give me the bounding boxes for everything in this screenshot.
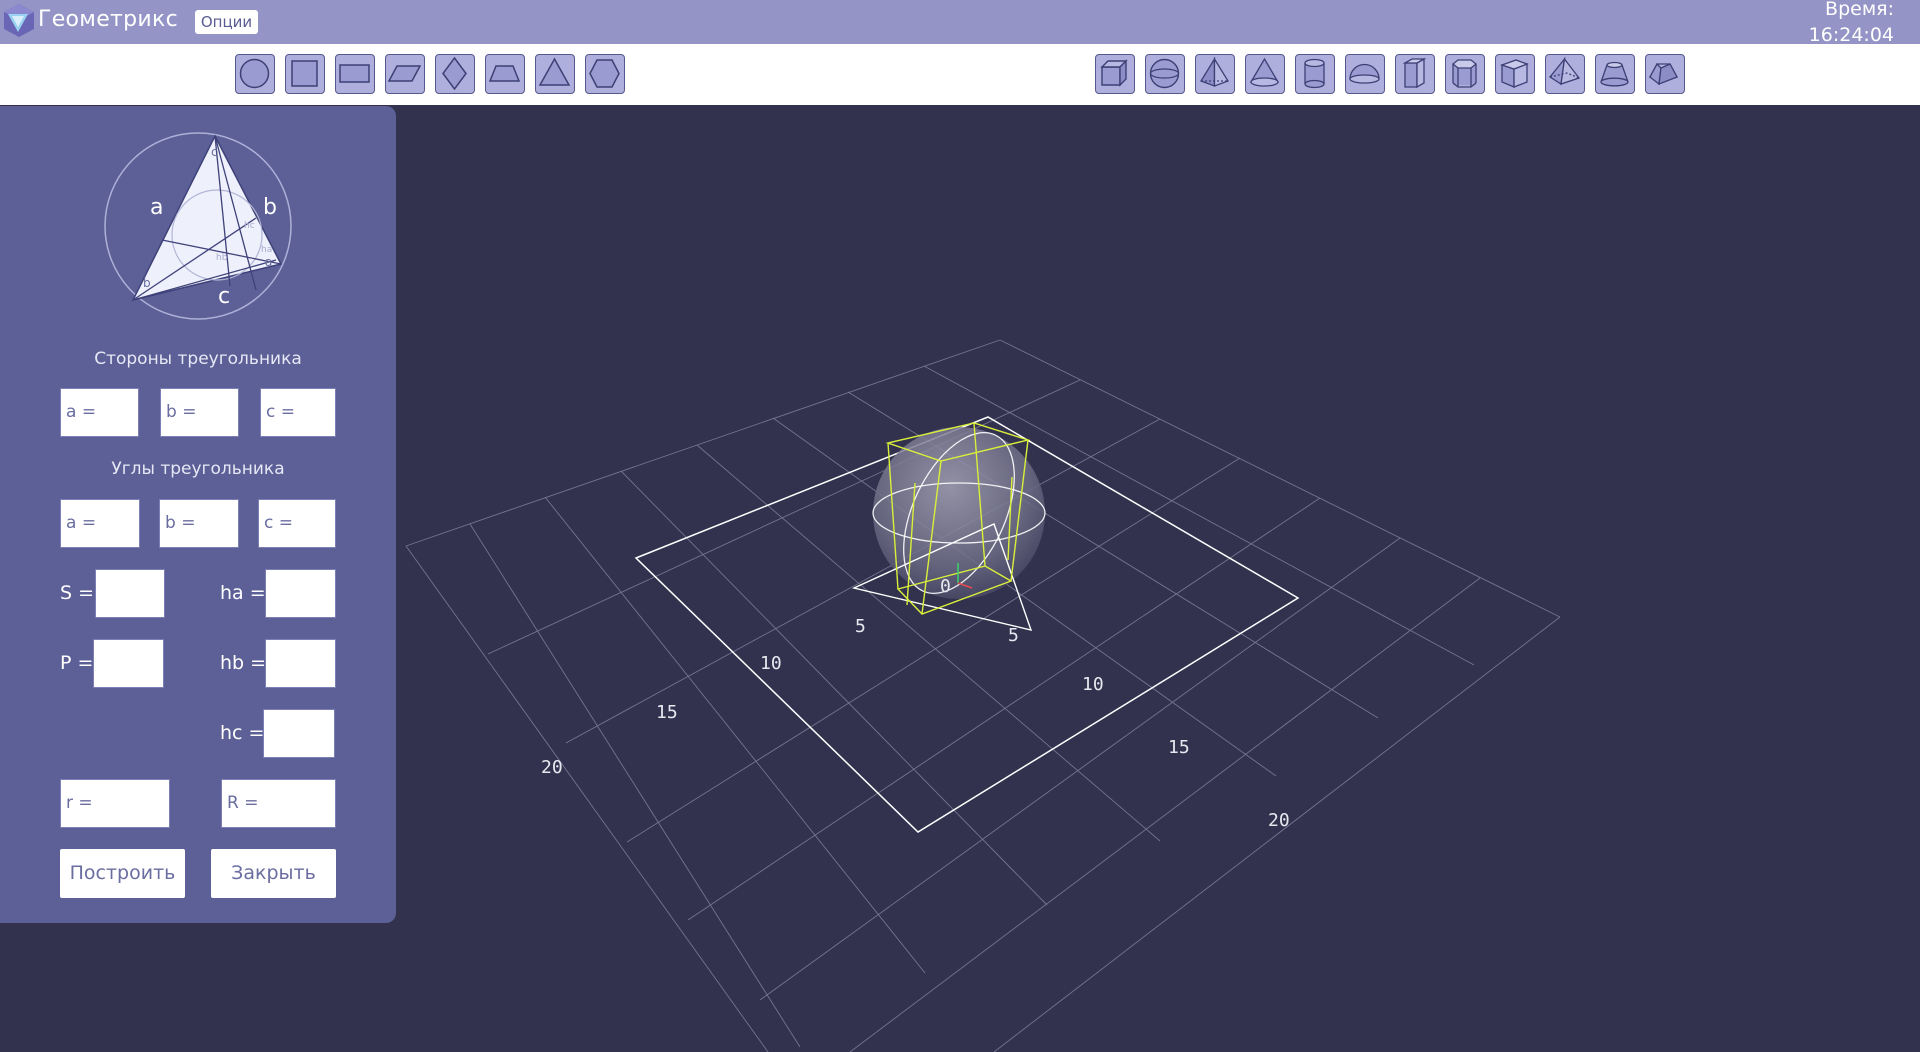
axis-x-label: 15 — [656, 702, 678, 723]
axis-z-label: 15 — [1168, 737, 1190, 758]
hexagon-tool-button[interactable] — [585, 54, 625, 94]
trapezoid-tool-button[interactable] — [485, 54, 525, 94]
pyramid-tool-button[interactable] — [1195, 54, 1235, 94]
side-b-input[interactable]: b = — [160, 388, 239, 437]
cone-icon — [1249, 57, 1280, 87]
triangle-panel: a b c c b a hc hb ha Стороны треугольник… — [0, 106, 396, 923]
cylinder-icon — [1304, 58, 1325, 89]
ha-label: ha = — [220, 582, 266, 604]
triangular-prism-icon — [1500, 59, 1529, 88]
shape-toolbar — [0, 44, 1920, 105]
frustum-icon — [1600, 61, 1629, 87]
angle-a-label: a — [265, 255, 272, 269]
angle-b-label: b — [143, 276, 151, 290]
logo-icon — [4, 4, 34, 37]
cube-tool-button[interactable] — [1095, 54, 1135, 94]
perimeter-input[interactable] — [93, 639, 164, 688]
angle-b-input[interactable]: b = — [159, 499, 239, 548]
cube-icon — [1100, 59, 1128, 87]
rhombus-tool-button[interactable] — [435, 54, 475, 94]
origin-label: 0 — [940, 576, 951, 597]
angle-c-label: c — [211, 145, 218, 159]
hb-input[interactable] — [265, 639, 336, 688]
prism-icon — [1402, 57, 1427, 89]
rhombus-icon — [442, 56, 467, 91]
square-tool-button[interactable] — [285, 54, 325, 94]
axis-z-label: 10 — [1082, 674, 1104, 695]
axis-z-label: 20 — [1268, 810, 1290, 831]
circumradius-input[interactable]: R = — [221, 779, 336, 828]
side-b-label: b — [263, 195, 277, 220]
height-b-label: hb — [216, 253, 228, 263]
rectangle-icon — [339, 64, 370, 83]
trapezoid-icon — [488, 65, 521, 82]
hexagonal-prism-tool-button[interactable] — [1445, 54, 1485, 94]
triangle-diagram: a b c c b a hc hb ha — [104, 132, 292, 320]
hb-label: hb = — [220, 652, 267, 674]
side-c-label: c — [218, 284, 230, 309]
hc-input[interactable] — [263, 709, 335, 758]
truncated-pyramid-icon — [1648, 62, 1679, 86]
perimeter-label: P = — [60, 652, 94, 674]
angle-a-input[interactable]: a = — [60, 499, 140, 548]
hexagon-icon — [589, 59, 620, 88]
hexagonal-prism-icon — [1451, 59, 1478, 88]
hemisphere-icon — [1349, 63, 1380, 84]
hemisphere-tool-button[interactable] — [1345, 54, 1385, 94]
clock-time: 16:24:04 — [1808, 24, 1894, 46]
sphere-icon — [1149, 58, 1180, 89]
circle-tool-button[interactable] — [235, 54, 275, 94]
prism-tool-button[interactable] — [1395, 54, 1435, 94]
close-button[interactable]: Закрыть — [211, 849, 336, 898]
app-title: Геометрикс — [38, 7, 179, 32]
angle-c-input[interactable]: c = — [258, 499, 336, 548]
cone-tool-button[interactable] — [1245, 54, 1285, 94]
sides-title: Стороны треугольника — [94, 349, 302, 369]
time-label: Время: — [1825, 0, 1894, 20]
options-button[interactable]: Опции — [195, 10, 258, 34]
axis-x-label: 5 — [855, 616, 866, 637]
build-button[interactable]: Построить — [60, 849, 185, 898]
frustum-tool-button[interactable] — [1595, 54, 1635, 94]
angles-title: Углы треугольника — [111, 459, 285, 479]
side-a-input[interactable]: a = — [60, 388, 139, 437]
triangular-prism-tool-button[interactable] — [1495, 54, 1535, 94]
axis-x-label: 20 — [541, 757, 563, 778]
hc-label: hc = — [220, 722, 265, 744]
square-pyramid-icon — [1549, 56, 1581, 86]
truncated-pyramid-tool-button[interactable] — [1645, 54, 1685, 94]
cylinder-tool-button[interactable] — [1295, 54, 1335, 94]
square-pyramid-tool-button[interactable] — [1545, 54, 1585, 94]
sphere-tool-button[interactable] — [1145, 54, 1185, 94]
height-a-label: ha — [261, 245, 272, 255]
side-a-label: a — [150, 195, 163, 220]
ha-input[interactable] — [265, 569, 336, 618]
axis-x-label: 10 — [760, 653, 782, 674]
parallelogram-icon — [387, 65, 422, 82]
side-c-input[interactable]: c = — [260, 388, 336, 437]
pyramid-icon — [1200, 56, 1229, 87]
top-bar: Геометрикс Опции Время: 16:24:04 — [0, 0, 1920, 46]
height-c-label: hc — [244, 221, 255, 231]
triangle-tool-button[interactable] — [535, 54, 575, 94]
axis-z-label: 5 — [1008, 625, 1019, 646]
triangle-icon — [538, 57, 571, 86]
rectangle-tool-button[interactable] — [335, 54, 375, 94]
parallelogram-tool-button[interactable] — [385, 54, 425, 94]
inradius-input[interactable]: r = — [60, 779, 170, 828]
area-input[interactable] — [95, 569, 165, 618]
circle-icon — [239, 58, 270, 89]
area-label: S = — [60, 582, 95, 604]
square-icon — [291, 60, 318, 87]
